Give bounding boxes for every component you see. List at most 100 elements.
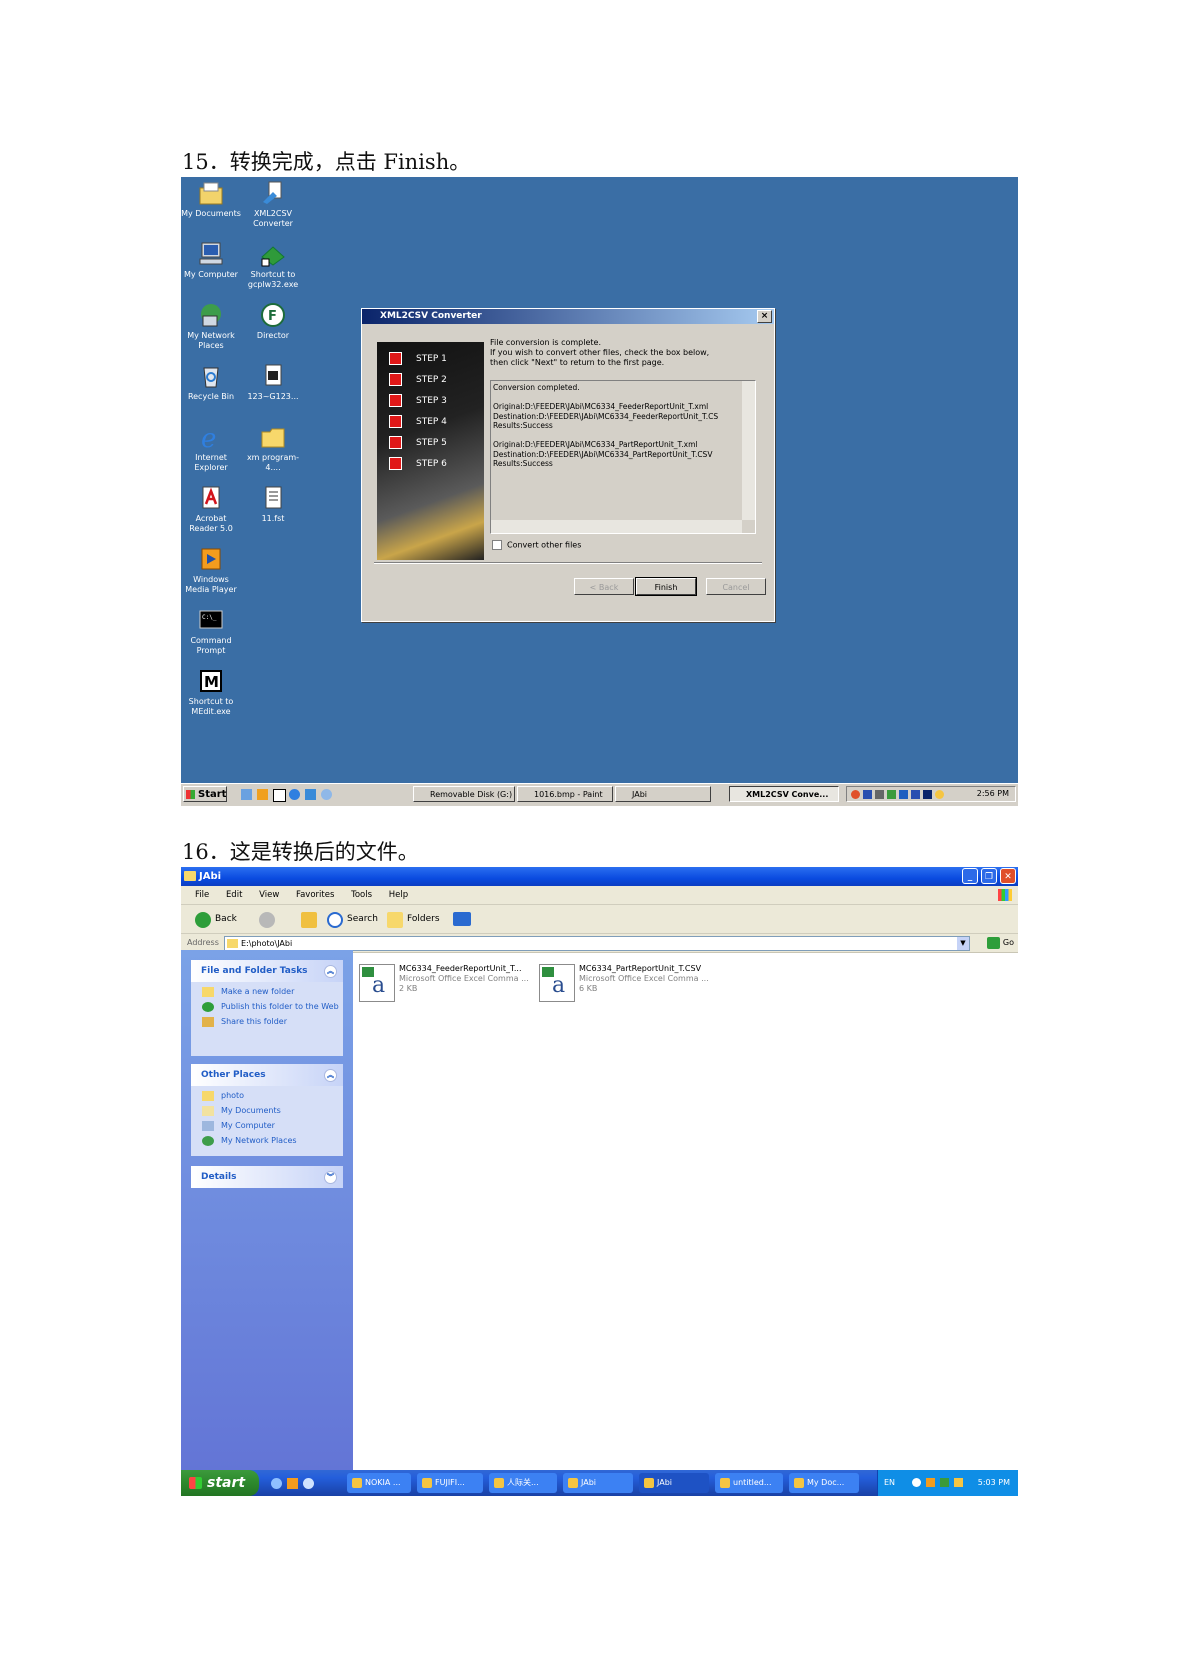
desktop-icon-xml2csv[interactable]: XML2CSV Converter bbox=[243, 180, 303, 229]
cancel-button[interactable]: Cancel bbox=[706, 578, 766, 595]
taskbar-button[interactable]: My Doc... bbox=[789, 1473, 859, 1493]
desktop-icon-my-documents[interactable]: My Documents bbox=[181, 180, 241, 219]
quick-launch-icon[interactable] bbox=[241, 789, 252, 800]
desktop-icon-network-places[interactable]: My Network Places bbox=[181, 302, 241, 351]
place-my-documents[interactable]: My Documents bbox=[191, 1106, 343, 1116]
taskbar-button[interactable]: JAbi bbox=[563, 1473, 633, 1493]
desktop-icon-recycle-bin[interactable]: Recycle Bin bbox=[181, 363, 241, 402]
tray-app-icon[interactable] bbox=[887, 790, 896, 799]
folders-button[interactable]: Folders bbox=[387, 912, 440, 928]
expand-chevron-icon[interactable]: ︾ bbox=[324, 1171, 337, 1184]
tray-monitor-icon[interactable] bbox=[899, 790, 908, 799]
clock-app-icon[interactable] bbox=[321, 789, 332, 800]
tray-chevron-icon[interactable] bbox=[912, 1478, 921, 1487]
search-button[interactable]: Search bbox=[327, 912, 378, 928]
start-button[interactable]: Start bbox=[183, 786, 227, 802]
desktop-icon-command-prompt[interactable]: C:\_ Command Prompt bbox=[181, 607, 241, 656]
taskbar-button[interactable]: untitled... bbox=[715, 1473, 783, 1493]
file-item[interactable]: MC6334_FeederReportUnit_T... Microsoft O… bbox=[359, 964, 529, 1004]
desktop-icon-11fst[interactable]: 11.fst bbox=[243, 485, 303, 524]
internet-explorer-icon[interactable] bbox=[289, 789, 300, 800]
go-arrow-icon bbox=[986, 937, 1000, 949]
menu-tools[interactable]: Tools bbox=[351, 890, 372, 900]
file-item[interactable]: MC6334_PartReportUnit_T.CSV Microsoft Of… bbox=[539, 964, 709, 1004]
collapse-chevron-icon[interactable]: ︽ bbox=[324, 965, 337, 978]
menu-favorites[interactable]: Favorites bbox=[296, 890, 334, 900]
menu-help[interactable]: Help bbox=[389, 890, 408, 900]
back-button[interactable]: < Back bbox=[574, 578, 634, 595]
desktop-icon-123g123[interactable]: 123~G123... bbox=[243, 363, 303, 402]
back-button[interactable]: Back bbox=[195, 912, 237, 928]
taskbar-button[interactable]: JAbi bbox=[639, 1473, 709, 1493]
log-horizontal-scrollbar[interactable] bbox=[491, 520, 742, 533]
taskbar-button[interactable]: 人际关... bbox=[489, 1473, 557, 1493]
log-vertical-scrollbar[interactable] bbox=[742, 381, 755, 520]
tray-shield-icon[interactable] bbox=[863, 790, 872, 799]
tray-shield-icon[interactable] bbox=[911, 790, 920, 799]
start-button[interactable]: start bbox=[181, 1470, 259, 1496]
collapse-chevron-icon[interactable]: ︽ bbox=[324, 1069, 337, 1082]
explorer-titlebar[interactable]: JAbi _ ❐ ✕ bbox=[181, 867, 1018, 886]
place-my-network-places[interactable]: My Network Places bbox=[191, 1136, 343, 1146]
checkbox-box[interactable] bbox=[492, 540, 502, 550]
convert-other-files-checkbox[interactable]: Convert other files bbox=[492, 540, 581, 550]
address-input[interactable]: E:\photo\JAbi ▼ bbox=[224, 936, 970, 951]
tray-speaker-icon[interactable] bbox=[954, 1478, 963, 1487]
command-prompt-icon: C:\_ bbox=[197, 607, 225, 633]
media-player-icon[interactable] bbox=[257, 789, 268, 800]
desktop-icon-internet-explorer[interactable]: e Internet Explorer bbox=[181, 424, 241, 473]
panel-header[interactable]: File and Folder Tasks ︽ bbox=[191, 960, 343, 982]
taskbar-button-removable-disk[interactable]: Removable Disk (G:) bbox=[413, 786, 515, 802]
finish-button[interactable]: Finish bbox=[635, 577, 697, 596]
taskbar-button[interactable]: FUJIFI... bbox=[417, 1473, 483, 1493]
dialog-titlebar[interactable]: XML2CSV Converter × bbox=[362, 309, 774, 324]
minimize-button[interactable]: _ bbox=[962, 868, 978, 884]
desktop-icon-director[interactable]: F Director bbox=[243, 302, 303, 341]
taskbar-button-jabi[interactable]: JAbi bbox=[615, 786, 711, 802]
restore-button[interactable]: ❐ bbox=[981, 868, 997, 884]
svg-text:M: M bbox=[204, 673, 219, 691]
task-share-folder[interactable]: Share this folder bbox=[191, 1017, 343, 1027]
tray-language-icon[interactable] bbox=[923, 790, 932, 799]
menu-file[interactable]: File bbox=[195, 890, 209, 900]
new-folder-icon bbox=[202, 987, 214, 997]
views-button[interactable] bbox=[453, 912, 471, 931]
task-make-new-folder[interactable]: Make a new folder bbox=[191, 987, 343, 997]
dropdown-arrow-icon[interactable]: ▼ bbox=[957, 937, 969, 950]
go-button[interactable]: Go bbox=[986, 936, 1014, 950]
tray-antivirus-icon[interactable] bbox=[851, 790, 860, 799]
close-button[interactable]: ✕ bbox=[1000, 868, 1016, 884]
taskbar-button[interactable]: NOKIA ... bbox=[347, 1473, 411, 1493]
xml2csv-icon[interactable] bbox=[305, 789, 316, 800]
tray-network-icon[interactable] bbox=[940, 1478, 949, 1487]
menu-view[interactable]: View bbox=[259, 890, 279, 900]
quick-launch-icon[interactable] bbox=[287, 1478, 298, 1489]
medit-icon[interactable] bbox=[273, 789, 286, 802]
tray-speaker-icon[interactable] bbox=[935, 790, 944, 799]
desktop-icon-gcplw32[interactable]: Shortcut to gcplw32.exe bbox=[243, 241, 303, 290]
desktop-icon-media-player[interactable]: Windows Media Player bbox=[181, 546, 241, 595]
internet-explorer-icon[interactable] bbox=[303, 1478, 314, 1489]
desktop-icon-acrobat[interactable]: Acrobat Reader 5.0 bbox=[181, 485, 241, 534]
desktop-icon-xm-program[interactable]: xm program-4.... bbox=[243, 424, 303, 473]
quick-launch-icon[interactable] bbox=[271, 1478, 282, 1489]
place-photo[interactable]: photo bbox=[191, 1091, 343, 1101]
network-places-icon bbox=[197, 302, 225, 328]
panel-header[interactable]: Other Places ︽ bbox=[191, 1064, 343, 1086]
file-folder-tasks-panel: File and Folder Tasks ︽ Make a new folder… bbox=[191, 960, 343, 1056]
panel-header[interactable]: Details ︾ bbox=[191, 1166, 343, 1188]
tray-network-icon[interactable] bbox=[875, 790, 884, 799]
desktop-icon-medit[interactable]: M Shortcut to MEdit.exe bbox=[181, 668, 241, 717]
desktop-icon-my-computer[interactable]: My Computer bbox=[181, 241, 241, 280]
close-button[interactable]: × bbox=[757, 310, 772, 323]
taskbar-button-xml2csv[interactable]: XML2CSV Conve... bbox=[729, 786, 839, 802]
conversion-log[interactable]: Conversion completed. Original:D:\FEEDER… bbox=[490, 380, 756, 534]
step-marker-icon bbox=[389, 373, 402, 386]
place-my-computer[interactable]: My Computer bbox=[191, 1121, 343, 1131]
language-indicator[interactable]: EN bbox=[884, 1478, 895, 1487]
tray-app-icon[interactable] bbox=[926, 1478, 935, 1487]
taskbar-button-paint[interactable]: 1016.bmp - Paint bbox=[517, 786, 613, 802]
menu-edit[interactable]: Edit bbox=[226, 890, 242, 900]
windows-logo-icon bbox=[998, 889, 1012, 901]
task-publish-web[interactable]: Publish this folder to the Web bbox=[191, 1002, 343, 1012]
